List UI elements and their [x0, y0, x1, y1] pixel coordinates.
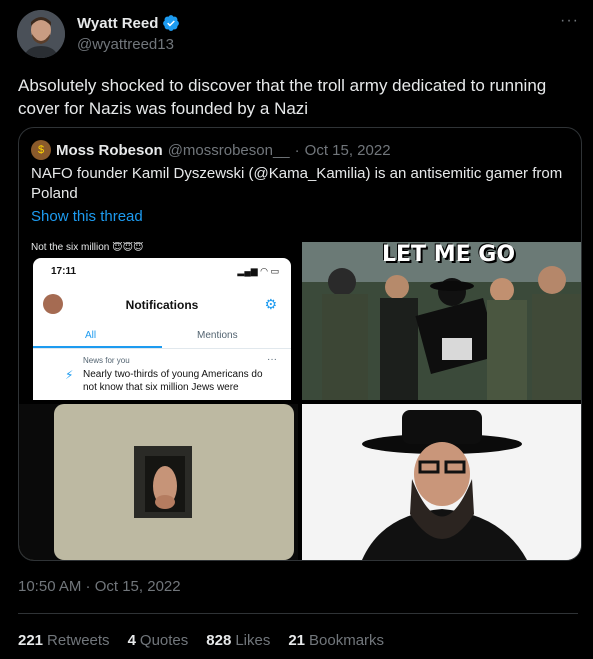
quote-handle: @mossrobeson__	[167, 141, 290, 159]
quote-date: Oct 15, 2022	[304, 141, 391, 159]
author-avatar[interactable]	[17, 10, 65, 58]
lightning-icon: ⚡	[65, 368, 74, 382]
stat-count: 828	[206, 632, 232, 649]
tweet-timestamp[interactable]: 10:50 AM · Oct 15, 2022	[18, 578, 181, 595]
stat-likes[interactable]: 828 Likes	[206, 632, 270, 649]
peephole-photo-image	[19, 404, 298, 560]
tweet-stats: 221 Retweets 4 Quotes 828 Likes 21 Bookm…	[18, 632, 384, 649]
media-protest-photo[interactable]: LET ME GO	[302, 242, 581, 400]
portrait-photo-image	[302, 404, 581, 560]
phone-more-icon: ···	[267, 354, 277, 365]
phone-tab-all: All	[85, 330, 97, 341]
show-thread-link[interactable]: Show this thread	[31, 208, 143, 225]
media-peephole-photo[interactable]	[19, 404, 298, 560]
stat-count: 4	[127, 632, 136, 649]
stat-count: 221	[18, 632, 44, 649]
stat-label: Bookmarks	[309, 632, 385, 649]
phone-status-icons: ▂▄▆ ◠ ▭	[237, 266, 279, 276]
phone-tab-mentions: Mentions	[197, 330, 238, 341]
quote-header: $ Moss Robeson @mossrobeson__ · Oct 15, …	[31, 140, 391, 160]
tweet-text: Absolutely shocked to discover that the …	[18, 76, 547, 118]
quote-text: NAFO founder Kamil Dyszewski (@Kama_Kami…	[31, 165, 563, 202]
stat-quotes[interactable]: 4 Quotes	[128, 632, 189, 649]
phone-headline: Nearly two-thirds of young Americans do …	[83, 369, 263, 393]
media-notification-screenshot[interactable]: Not the six million 😇😇😇 17:11 ▂▄▆ ◠ ▭ No…	[19, 242, 298, 400]
gear-icon: ⚙	[264, 296, 277, 312]
author-name-row: Wyatt Reed	[77, 14, 180, 32]
phone-screenshot: 17:11 ▂▄▆ ◠ ▭ Notifications ⚙ All Mentio…	[33, 258, 291, 400]
stat-bookmarks[interactable]: 21 Bookmarks	[288, 632, 384, 649]
author-display-name[interactable]: Wyatt Reed	[77, 15, 158, 32]
avatar-image	[17, 10, 65, 58]
verified-badge-icon[interactable]	[162, 14, 180, 32]
meme-caption: Not the six million 😇😇😇	[31, 242, 144, 253]
meme-text: LET ME GO	[382, 242, 516, 267]
tweet: Wyatt Reed @wyattreed13 ··· Absolutely s…	[0, 0, 593, 659]
phone-news-label: News for you	[83, 356, 130, 365]
stat-label: Retweets	[47, 632, 110, 649]
phone-divider	[33, 348, 291, 349]
stats-divider	[18, 613, 578, 614]
stat-count: 21	[288, 632, 306, 649]
author-handle[interactable]: @wyattreed13	[77, 36, 174, 53]
quoted-tweet[interactable]: $ Moss Robeson @mossrobeson__ · Oct 15, …	[18, 127, 582, 561]
more-horizontal-icon[interactable]: ···	[560, 12, 579, 30]
quote-display-name: Moss Robeson	[56, 141, 163, 159]
phone-notifications-title: Notifications	[125, 298, 199, 312]
quote-separator: ·	[294, 141, 300, 159]
stat-retweets[interactable]: 221 Retweets	[18, 632, 110, 649]
quote-avatar[interactable]: $	[31, 140, 51, 160]
stat-label: Quotes	[139, 632, 189, 649]
phone-time: 17:11	[51, 266, 77, 277]
media-portrait-photo[interactable]	[302, 404, 581, 560]
stat-label: Likes	[235, 632, 271, 649]
quote-media-grid: Not the six million 😇😇😇 17:11 ▂▄▆ ◠ ▭ No…	[19, 242, 581, 560]
